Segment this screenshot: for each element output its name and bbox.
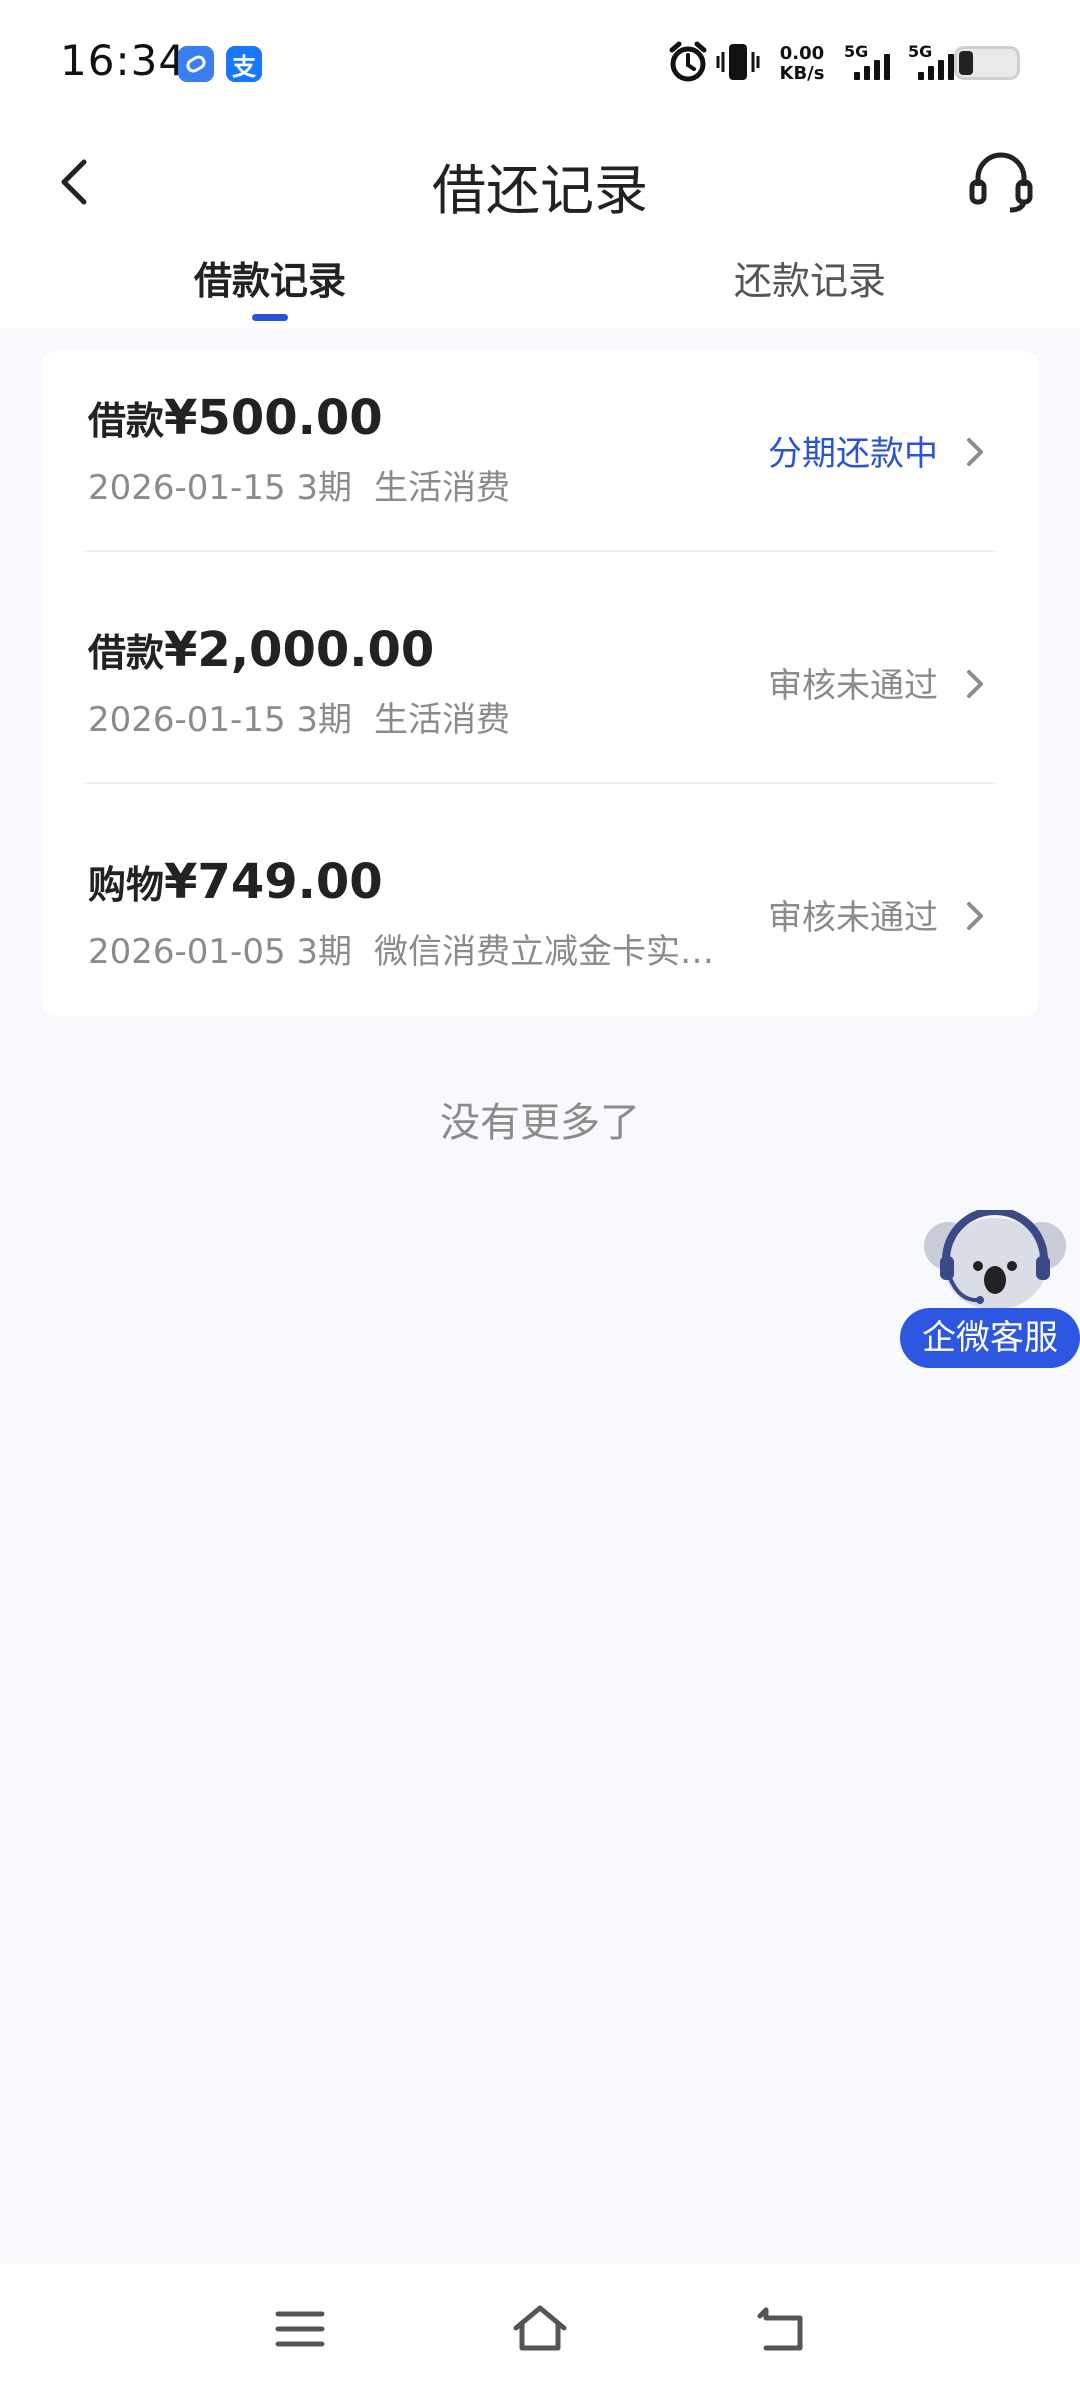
record-date: 2026-01-05 — [88, 932, 286, 972]
signal-bars-2 — [918, 50, 954, 80]
record-date: 2026-01-15 — [88, 468, 286, 508]
menu-icon[interactable] — [270, 2302, 330, 2356]
tab-borrow-records[interactable]: 借款记录 — [0, 250, 540, 305]
record-meta: 2026-01-15 3期 生活消费 — [88, 460, 510, 509]
record-type: 借款 — [88, 399, 165, 443]
record-amount-value: ¥500.00 — [164, 390, 383, 446]
status-bar: 16:34 支 0.00 KB/s 5G 5G — [0, 0, 1080, 120]
record-purpose: 生活消费 — [374, 700, 511, 740]
status-time: 16:34 — [60, 36, 187, 85]
vibrate-icon — [716, 44, 760, 80]
no-more-text: 没有更多了 — [440, 1100, 640, 1146]
record-status: 审核未通过 — [768, 898, 938, 938]
record-date: 2026-01-15 — [88, 700, 286, 740]
record-tabs: 借款记录 还款记录 — [0, 250, 1080, 328]
service-label: 企微客服 — [900, 1308, 1080, 1368]
record-type: 购物 — [88, 863, 165, 907]
record-type: 借款 — [88, 631, 165, 675]
record-periods: 3期 — [296, 700, 353, 740]
wecom-service-button[interactable]: 企微客服 — [900, 1210, 1080, 1370]
app-bubble-icon — [178, 46, 214, 82]
chevron-right-icon — [967, 670, 983, 698]
record-amount: 购物 ¥749.00 — [88, 854, 383, 910]
chevron-right-icon — [967, 902, 983, 930]
header: 借还记录 借款记录 还款记录 — [0, 120, 1080, 328]
page-title: 借还记录 — [432, 159, 648, 222]
record-amount: 借款 ¥2,000.00 — [88, 622, 434, 678]
chevron-right-icon — [967, 438, 983, 466]
record-meta: 2026-01-15 3期 生活消费 — [88, 692, 510, 741]
record-periods: 3期 — [296, 468, 353, 508]
net-speed: 0.00 KB/s — [772, 44, 832, 84]
record-amount-value: ¥2,000.00 — [164, 622, 435, 678]
headset-icon — [969, 152, 1033, 213]
record-periods: 3期 — [296, 932, 353, 972]
system-nav-bar — [0, 2264, 1080, 2392]
alipay-icon: 支 — [226, 46, 262, 82]
record-status: 分期还款中 — [768, 434, 938, 474]
home-icon[interactable] — [510, 2302, 570, 2356]
divider — [84, 782, 996, 784]
record-item[interactable]: 借款 ¥500.00 2026-01-15 3期 生活消费 分期还款中 — [42, 350, 1038, 582]
battery-icon — [954, 46, 1020, 80]
back-nav-icon[interactable] — [752, 2302, 812, 2356]
record-purpose: 生活消费 — [374, 468, 511, 508]
record-purpose: 微信消费立减金卡实… — [374, 932, 715, 972]
record-amount-value: ¥749.00 — [164, 854, 383, 910]
record-status: 审核未通过 — [768, 666, 938, 706]
active-tab-indicator — [252, 314, 288, 321]
koala-mascot-icon — [924, 1210, 1066, 1310]
divider — [84, 550, 996, 552]
record-item[interactable]: 借款 ¥2,000.00 2026-01-15 3期 生活消费 审核未通过 — [42, 582, 1038, 814]
signal-bars-1 — [854, 50, 890, 80]
record-meta: 2026-01-05 3期 微信消费立减金卡实… — [88, 924, 714, 973]
net-speed-value: 0.00 — [779, 43, 825, 64]
alarm-icon — [669, 41, 707, 82]
record-item[interactable]: 购物 ¥749.00 2026-01-05 3期 微信消费立减金卡实… 审核未通过 — [42, 814, 1038, 1046]
tab-repay-records[interactable]: 还款记录 — [540, 250, 1080, 305]
records-card: 借款 ¥500.00 2026-01-15 3期 生活消费 分期还款中 借款 ¥2,0… — [42, 350, 1038, 1016]
net-speed-unit: KB/s — [779, 63, 825, 84]
record-amount: 借款 ¥500.00 — [88, 390, 383, 446]
customer-service-button[interactable] — [966, 146, 1036, 216]
